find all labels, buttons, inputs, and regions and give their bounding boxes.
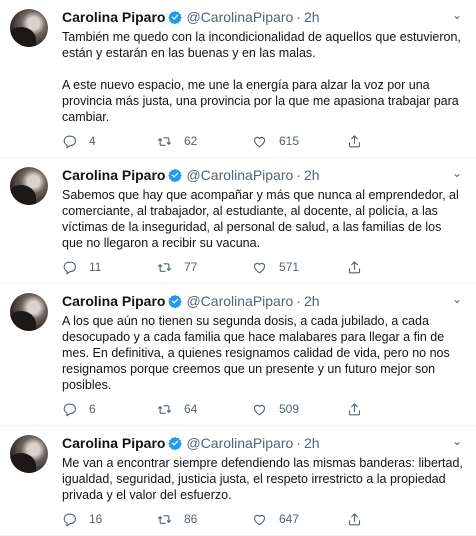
avatar[interactable] [10, 293, 48, 331]
timestamp[interactable]: 2h [304, 166, 320, 184]
tweet-header: Carolina Piparo @CarolinaPiparo · 2h [62, 292, 464, 310]
retweet-button[interactable]: 62 [157, 134, 252, 149]
tweet-header: Carolina Piparo @CarolinaPiparo · 2h [62, 166, 464, 184]
retweet-button[interactable]: 86 [157, 512, 252, 527]
reply-icon [63, 135, 76, 148]
avatar[interactable] [10, 9, 48, 47]
chevron-down-icon[interactable]: ⌄ [452, 167, 462, 179]
like-count: 615 [279, 134, 300, 148]
retweet-count: 86 [184, 512, 198, 526]
share-icon [348, 402, 361, 415]
timestamp[interactable]: 2h [304, 8, 320, 26]
retweet-button[interactable]: 77 [157, 260, 252, 275]
verified-badge-icon [168, 168, 183, 182]
author-handle[interactable]: @CarolinaPiparo [186, 434, 293, 452]
heart-icon [253, 404, 266, 415]
retweet-icon [158, 136, 171, 146]
author-name[interactable]: Carolina Piparo [62, 292, 165, 310]
reply-icon [63, 513, 76, 526]
meta-separator: · [296, 167, 301, 183]
verified-badge-icon [168, 294, 183, 308]
retweet-count: 77 [184, 260, 198, 274]
retweet-icon [158, 404, 171, 414]
tweet-paragraph: Me van a encontrar siempre defendiendo l… [62, 456, 463, 502]
retweet-count: 62 [184, 134, 198, 148]
share-button[interactable] [347, 512, 374, 527]
like-count: 571 [279, 260, 300, 274]
tweet-paragraph: A los que aún no tienen su segunda dosis… [62, 314, 450, 392]
heart-icon [253, 514, 266, 525]
like-button[interactable]: 509 [252, 402, 347, 417]
tweet-paragraph: A este nuevo espacio, me une la energía … [62, 78, 459, 124]
meta-separator: · [296, 9, 301, 25]
like-count: 509 [279, 402, 300, 416]
chevron-down-icon[interactable]: ⌄ [452, 435, 462, 447]
author-handle[interactable]: @CarolinaPiparo [186, 8, 293, 26]
tweet[interactable]: ⌄ Carolina Piparo @CarolinaPiparo · 2h T… [0, 0, 476, 158]
tweet-paragraph: También me quedo con la incondicionalida… [62, 30, 461, 60]
retweet-button[interactable]: 64 [157, 402, 252, 417]
share-icon [348, 260, 361, 273]
tweet-text: A los que aún no tienen su segunda dosis… [62, 313, 464, 393]
tweet-text: Sabemos que hay que acompañar y más que … [62, 187, 464, 251]
verified-badge-icon [168, 10, 183, 24]
like-button[interactable]: 647 [252, 512, 347, 527]
like-button[interactable]: 571 [252, 260, 347, 275]
reply-icon [63, 403, 76, 416]
tweet-actions: 4 62 615 [62, 131, 464, 151]
avatar[interactable] [10, 167, 48, 205]
heart-icon [253, 262, 266, 273]
timestamp[interactable]: 2h [304, 292, 320, 310]
author-name[interactable]: Carolina Piparo [62, 166, 165, 184]
avatar[interactable] [10, 435, 48, 473]
share-icon [348, 512, 361, 525]
verified-badge-icon [168, 436, 183, 450]
share-button[interactable] [347, 402, 374, 417]
meta-separator: · [296, 293, 301, 309]
heart-icon [253, 136, 266, 147]
share-icon [348, 134, 361, 147]
reply-button[interactable]: 4 [62, 134, 157, 149]
tweet-actions: 16 86 647 [62, 509, 464, 529]
tweet-text: Me van a encontrar siempre defendiendo l… [62, 455, 464, 503]
chevron-down-icon[interactable]: ⌄ [452, 293, 462, 305]
share-button[interactable] [347, 134, 374, 149]
tweet-paragraph: Sabemos que hay que acompañar y más que … [62, 188, 459, 250]
tweet[interactable]: ⌄ Carolina Piparo @CarolinaPiparo · 2h A… [0, 284, 476, 426]
reply-button[interactable]: 6 [62, 402, 157, 417]
author-handle[interactable]: @CarolinaPiparo [186, 166, 293, 184]
reply-icon [63, 261, 76, 274]
retweet-icon [158, 262, 171, 272]
meta-separator: · [296, 435, 301, 451]
tweet-actions: 11 77 571 [62, 257, 464, 277]
reply-button[interactable]: 11 [62, 260, 157, 275]
retweet-icon [158, 514, 171, 524]
author-name[interactable]: Carolina Piparo [62, 8, 165, 26]
reply-button[interactable]: 16 [62, 512, 157, 527]
tweet-actions: 6 64 509 [62, 399, 464, 419]
chevron-down-icon[interactable]: ⌄ [452, 9, 462, 21]
like-count: 647 [279, 512, 300, 526]
timestamp[interactable]: 2h [304, 434, 320, 452]
author-name[interactable]: Carolina Piparo [62, 434, 165, 452]
author-handle[interactable]: @CarolinaPiparo [186, 292, 293, 310]
tweet[interactable]: ⌄ Carolina Piparo @CarolinaPiparo · 2h M… [0, 426, 476, 536]
reply-count: 11 [89, 260, 102, 274]
retweet-count: 64 [184, 402, 198, 416]
tweet-text: También me quedo con la incondicionalida… [62, 29, 464, 125]
tweet[interactable]: ⌄ Carolina Piparo @CarolinaPiparo · 2h S… [0, 158, 476, 284]
tweet-header: Carolina Piparo @CarolinaPiparo · 2h [62, 434, 464, 452]
tweet-header: Carolina Piparo @CarolinaPiparo · 2h [62, 8, 464, 26]
like-button[interactable]: 615 [252, 134, 347, 149]
reply-count: 4 [89, 134, 96, 148]
reply-count: 6 [89, 402, 96, 416]
share-button[interactable] [347, 260, 374, 275]
reply-count: 16 [89, 512, 103, 526]
tweet-feed: ⌄ Carolina Piparo @CarolinaPiparo · 2h T… [0, 0, 476, 536]
